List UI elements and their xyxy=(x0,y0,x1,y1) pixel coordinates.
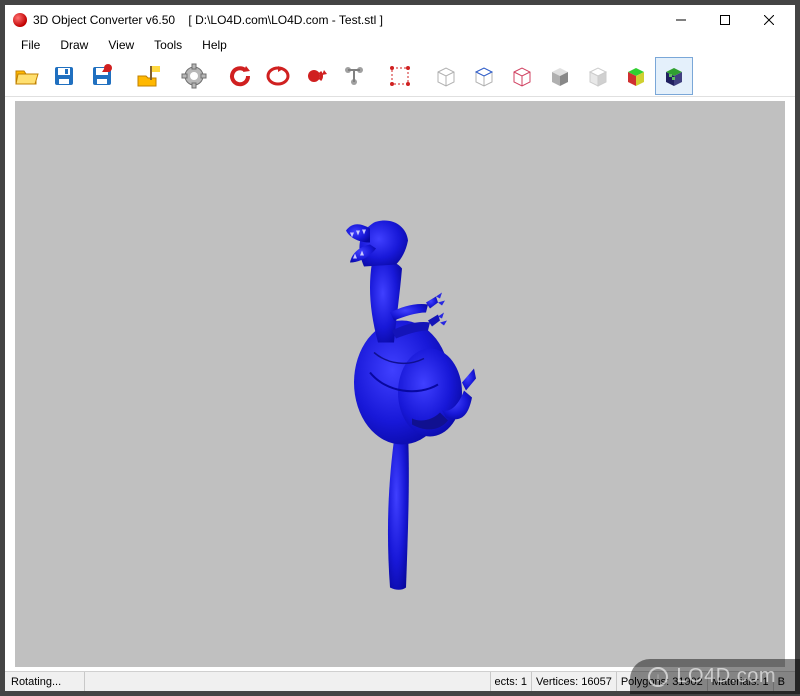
settings-button[interactable] xyxy=(175,57,213,95)
save-as-button[interactable] xyxy=(83,57,121,95)
checker-cube-icon xyxy=(660,62,688,90)
app-icon xyxy=(13,13,27,27)
watermark-text: LO4D.com xyxy=(676,665,776,688)
open-folder-icon xyxy=(12,62,40,90)
checker-cube-button[interactable] xyxy=(655,57,693,95)
viewport-3d[interactable] xyxy=(15,101,785,667)
menu-help[interactable]: Help xyxy=(192,36,237,54)
shaded-white-icon xyxy=(584,62,612,90)
shaded-gray-icon xyxy=(546,62,574,90)
open-button[interactable] xyxy=(7,57,45,95)
wireframe-gray-icon xyxy=(432,62,460,90)
rotate-cw-icon xyxy=(264,62,292,90)
save-button[interactable] xyxy=(45,57,83,95)
menu-draw[interactable]: Draw xyxy=(50,36,98,54)
wireframe-blue-icon xyxy=(470,62,498,90)
rotate-free-icon xyxy=(302,62,330,90)
menu-file[interactable]: File xyxy=(11,36,50,54)
rotate-ccw-button[interactable] xyxy=(221,57,259,95)
download-icon: ↓ xyxy=(648,667,668,687)
status-vertices-value: 16057 xyxy=(581,676,612,688)
app-window: 3D Object Converter v6.50 [ D:\LO4D.com\… xyxy=(4,4,796,692)
bounds-icon xyxy=(386,62,414,90)
status-vertices-label: Vertices: xyxy=(536,676,578,688)
watermark: ↓ LO4D.com xyxy=(630,659,800,694)
save-icon xyxy=(50,62,78,90)
shaded-white-button[interactable] xyxy=(579,57,617,95)
status-objects-value: 1 xyxy=(521,676,527,688)
window-controls xyxy=(659,6,791,34)
close-button[interactable] xyxy=(747,6,791,34)
shaded-gray-button[interactable] xyxy=(541,57,579,95)
rotate-free-button[interactable] xyxy=(297,57,335,95)
minimize-button[interactable] xyxy=(659,6,703,34)
rotate-ccw-icon xyxy=(226,62,254,90)
wireframe-red-icon xyxy=(508,62,536,90)
axis-icon xyxy=(340,62,368,90)
status-message: Rotating... xyxy=(5,672,85,691)
title-file-path: [ D:\LO4D.com\LO4D.com - Test.stl ] xyxy=(188,13,383,27)
color-cube-button[interactable] xyxy=(617,57,655,95)
title-app-name: 3D Object Converter v6.50 xyxy=(33,13,175,27)
folder-flag-icon xyxy=(134,62,162,90)
save-as-icon xyxy=(88,62,116,90)
axis-button[interactable] xyxy=(335,57,373,95)
menu-view[interactable]: View xyxy=(98,36,144,54)
status-objects-label: ects: xyxy=(495,676,518,688)
bounds-button[interactable] xyxy=(381,57,419,95)
model-dinosaur xyxy=(290,193,510,598)
folder-flag-button[interactable] xyxy=(129,57,167,95)
maximize-button[interactable] xyxy=(703,6,747,34)
gear-icon xyxy=(180,62,208,90)
menu-tools[interactable]: Tools xyxy=(144,36,192,54)
titlebar[interactable]: 3D Object Converter v6.50 [ D:\LO4D.com\… xyxy=(5,5,795,35)
toolbar xyxy=(5,55,795,97)
menubar: File Draw View Tools Help xyxy=(5,35,795,55)
color-cube-icon xyxy=(622,62,650,90)
rotate-cw-button[interactable] xyxy=(259,57,297,95)
title-spacer xyxy=(175,13,188,27)
wireframe-blue-button[interactable] xyxy=(465,57,503,95)
wireframe-gray-button[interactable] xyxy=(427,57,465,95)
wireframe-red-button[interactable] xyxy=(503,57,541,95)
